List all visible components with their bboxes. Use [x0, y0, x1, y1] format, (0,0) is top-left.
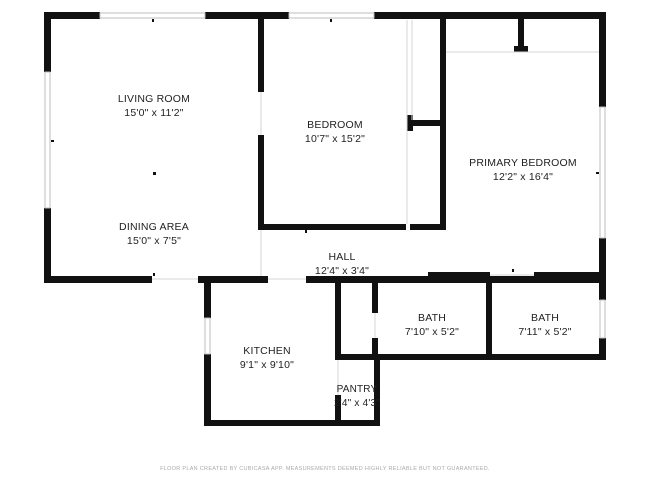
footer-disclaimer: FLOOR PLAN CREATED BY CUBICASA APP. MEAS…	[160, 466, 490, 472]
living-room-name: LIVING ROOM	[117, 93, 191, 105]
kitchen-name: KITCHEN	[243, 345, 291, 357]
tick-7	[596, 172, 599, 174]
pantry-name: PANTRY	[336, 384, 378, 395]
wall-pantry-top	[335, 354, 380, 360]
tick-6	[305, 230, 307, 233]
hall-label: HALL 12'4" x 3'4"	[297, 250, 387, 278]
wall-primary-bottom-b	[534, 272, 606, 279]
tick-1	[152, 19, 154, 22]
tick-4	[153, 172, 156, 175]
living-room-dims: 15'0" x 11'2"	[124, 107, 184, 119]
living-room-label: LIVING ROOM 15'0" x 11'2"	[104, 92, 204, 120]
wall-top-mid-b	[374, 12, 606, 19]
tick-8	[512, 269, 514, 272]
primary-bedroom-name: PRIMARY BEDROOM	[469, 157, 577, 169]
bedroom-label: BEDROOM 10'7" x 15'2"	[285, 118, 385, 146]
bath-2-name: BATH	[530, 312, 560, 324]
wall-bath1-left	[372, 283, 378, 313]
dining-area-dims: 15'0" x 7'5"	[126, 235, 182, 247]
tick-2	[330, 19, 332, 22]
primary-bedroom-dims: 12'2" x 16'4"	[492, 171, 554, 183]
dining-area-name: DINING AREA	[119, 221, 189, 233]
wall-pantry-left	[335, 280, 341, 360]
wall-bedroom-bottom	[258, 224, 406, 230]
kitchen-dims: 9'1" x 9'10"	[239, 359, 295, 371]
wall-dining-bottom-a	[44, 276, 152, 283]
window-living-top	[99, 12, 206, 19]
wall-primary-bottom-a	[428, 272, 490, 279]
wall-bath-bottom	[374, 354, 606, 360]
wall-bath-divider	[486, 276, 492, 360]
wall-left-bottom	[44, 208, 51, 283]
window-bedroom-top	[288, 12, 375, 19]
bedroom-name: BEDROOM	[307, 119, 363, 131]
bath-2-label: BATH 7'11" x 5'2"	[505, 311, 585, 339]
wall-top-mid-a	[205, 12, 289, 19]
hall-dims: 12'4" x 3'4"	[314, 265, 370, 277]
wall-left-top	[44, 12, 51, 72]
window-primary-right	[599, 106, 606, 239]
dining-area-label: DINING AREA 15'0" x 7'5"	[104, 220, 204, 248]
wall-top-left	[44, 12, 100, 19]
window-kitchen-left	[204, 317, 211, 355]
wall-kitchen-left-top	[204, 280, 211, 318]
bedroom-dims: 10'7" x 15'2"	[304, 133, 366, 145]
wall-bedroom-left-top	[258, 12, 264, 92]
wall-wardrobe-base	[514, 46, 528, 52]
wall-kitchen-left-bottom	[204, 354, 211, 426]
window-bath-right	[599, 299, 606, 339]
floor-plan	[44, 12, 606, 426]
walls	[44, 12, 606, 426]
wall-bedroom-left-bottom	[258, 135, 264, 230]
primary-bedroom-label: PRIMARY BEDROOM 12'2" x 16'4"	[463, 156, 583, 184]
tick-3	[51, 140, 54, 142]
wall-right-mid	[599, 238, 606, 300]
pantry-dims: 2'4" x 4'3"	[334, 398, 380, 409]
bath-1-label: BATH 7'10" x 5'2"	[392, 311, 472, 339]
kitchen-label: KITCHEN 9'1" x 9'10"	[222, 344, 312, 372]
tick-5	[153, 273, 155, 276]
pantry-label: PANTRY 2'4" x 4'3"	[327, 383, 387, 411]
window-living-left	[44, 71, 51, 209]
bath-2-dims: 7'11" x 5'2"	[518, 326, 572, 338]
hall-name: HALL	[328, 251, 356, 263]
bath-1-name: BATH	[417, 312, 447, 324]
wall-closet-right	[440, 12, 446, 230]
wall-right-top	[599, 12, 606, 107]
bath-1-dims: 7'10" x 5'2"	[404, 326, 460, 338]
wall-kitchen-bottom	[204, 420, 380, 426]
